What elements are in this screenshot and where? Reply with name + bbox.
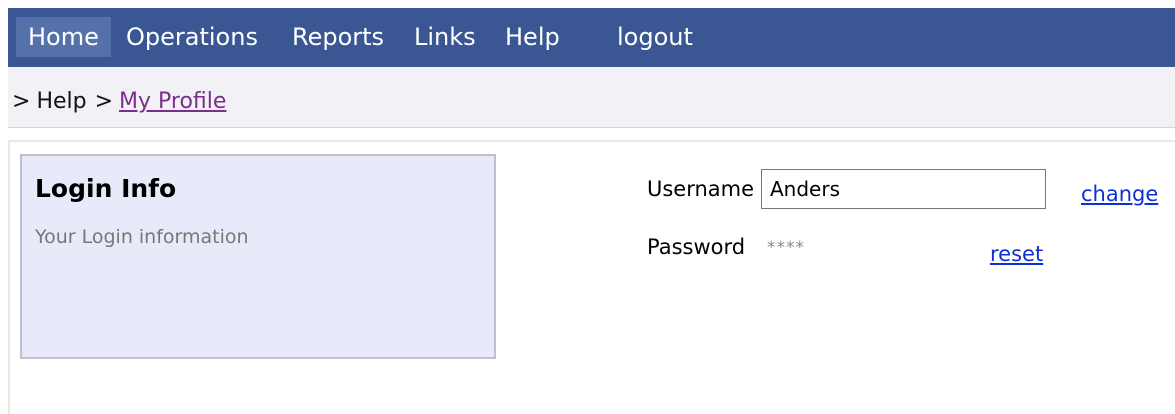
login-info-subtitle: Your Login information — [35, 226, 249, 248]
nav-item-home[interactable]: Home — [16, 17, 111, 57]
top-nav-bar: Home Operations Reports Links Help logou… — [8, 8, 1175, 67]
username-field[interactable] — [761, 169, 1046, 209]
password-mask: **** — [767, 238, 805, 258]
username-label: Username — [647, 177, 755, 201]
login-info-panel: Login Info Your Login information — [20, 154, 496, 359]
password-label: Password — [647, 235, 746, 259]
page: Home Operations Reports Links Help logou… — [0, 0, 1175, 414]
breadcrumb-separator: > — [12, 89, 31, 114]
breadcrumb-bar: > Help > My Profile — [8, 67, 1175, 128]
change-username-link[interactable]: change — [1081, 182, 1158, 206]
nav-item-operations[interactable]: Operations — [126, 17, 258, 57]
login-info-title: Login Info — [35, 174, 177, 203]
nav-item-help[interactable]: Help — [505, 17, 560, 57]
breadcrumb: > Help > My Profile — [12, 89, 226, 114]
breadcrumb-item-my-profile[interactable]: My Profile — [119, 89, 226, 114]
nav-item-logout[interactable]: logout — [617, 17, 693, 57]
nav-item-reports[interactable]: Reports — [292, 17, 384, 57]
nav-item-links[interactable]: Links — [414, 17, 476, 57]
breadcrumb-item-help: Help — [36, 89, 87, 114]
reset-password-link[interactable]: reset — [990, 242, 1043, 266]
breadcrumb-separator: > — [94, 89, 114, 114]
